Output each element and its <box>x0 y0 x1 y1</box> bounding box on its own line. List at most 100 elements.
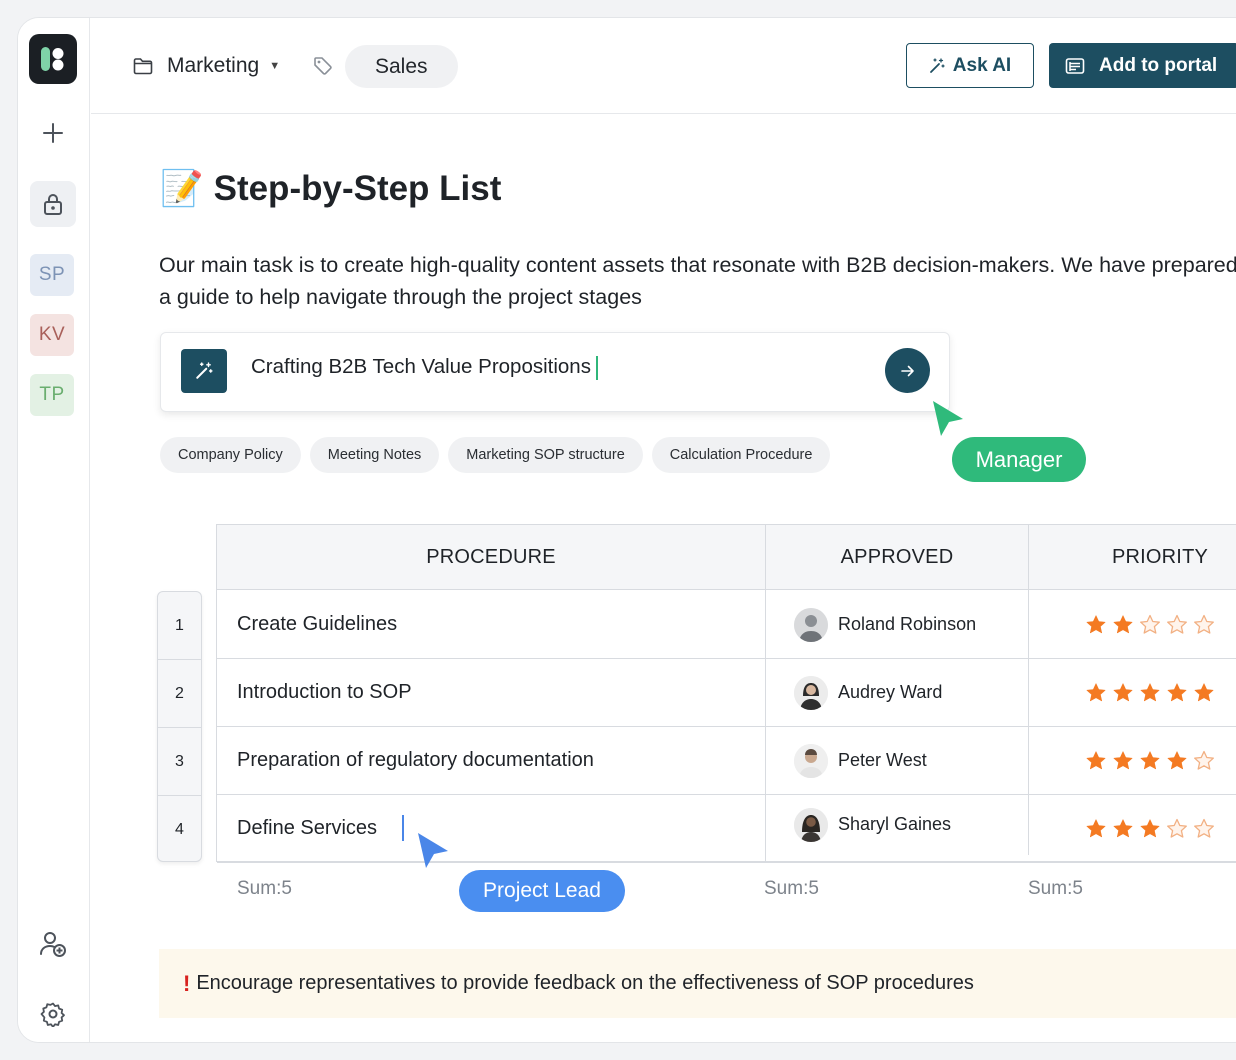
manager-cursor-tag: Manager <box>952 437 1086 482</box>
callout-text: Encourage representatives to provide fee… <box>196 972 974 994</box>
column-divider <box>765 525 766 863</box>
star-empty-icon[interactable] <box>1166 818 1188 840</box>
approver-cell[interactable]: Roland Robinson <box>794 591 976 658</box>
text-caret <box>595 355 598 380</box>
member-avatar-kv[interactable]: KV <box>30 314 74 356</box>
row-number[interactable]: 3 <box>158 728 201 796</box>
chip-calculation-procedure[interactable]: Calculation Procedure <box>651 437 831 473</box>
memo-emoji-icon: 📝 <box>160 169 204 208</box>
priority-rating[interactable] <box>1085 727 1215 794</box>
callout-note: ! Encourage representatives to provide f… <box>159 949 1236 1018</box>
column-header-priority[interactable]: PRIORITY <box>1029 525 1236 590</box>
row-number[interactable]: 4 <box>158 796 201 864</box>
star-filled-icon[interactable] <box>1193 682 1215 704</box>
approver-name: Sharyl Gaines <box>838 814 952 834</box>
app-window: SP KV TP Marketing ▼ Sales Ask AI Add to… <box>17 17 1236 1043</box>
table-row[interactable]: Preparation of regulatory documentation … <box>217 727 1236 795</box>
approver-cell[interactable]: Sharyl Gaines <box>794 791 951 858</box>
ai-prompt-input[interactable]: Crafting B2B Tech Value Propositions <box>251 355 598 380</box>
text-caret <box>402 815 404 841</box>
ask-ai-button[interactable]: Ask AI <box>906 43 1034 88</box>
star-filled-icon[interactable] <box>1139 682 1161 704</box>
priority-rating[interactable] <box>1085 795 1215 862</box>
avatar <box>794 743 828 778</box>
procedure-cell[interactable]: Create Guidelines <box>237 591 397 658</box>
star-empty-icon[interactable] <box>1193 818 1215 840</box>
row-number-column: 1 2 3 4 <box>157 591 202 862</box>
avatar <box>794 607 828 642</box>
star-filled-icon[interactable] <box>1166 682 1188 704</box>
star-empty-icon[interactable] <box>1166 614 1188 636</box>
sum-priority: Sum:5 <box>1028 878 1083 899</box>
sum-procedure: Sum:5 <box>237 878 292 899</box>
star-filled-icon[interactable] <box>1085 750 1107 772</box>
approver-cell[interactable]: Peter West <box>794 727 927 794</box>
send-button[interactable] <box>885 348 930 393</box>
table-row[interactable]: Introduction to SOP Audrey Ward <box>217 659 1236 727</box>
chip-company-policy[interactable]: Company Policy <box>160 437 301 473</box>
star-filled-icon[interactable] <box>1112 818 1134 840</box>
column-header-approved[interactable]: APPROVED <box>766 525 1028 590</box>
folder-label: Marketing <box>167 54 260 77</box>
star-filled-icon[interactable] <box>1085 818 1107 840</box>
chevron-down-icon[interactable]: ▼ <box>269 60 280 72</box>
table-row[interactable]: Define Services Sharyl Gaines <box>217 795 1236 863</box>
page-title-text: Step-by-Step List <box>213 168 502 208</box>
project-lead-cursor-icon <box>418 833 448 868</box>
add-user-icon[interactable] <box>30 921 76 967</box>
add-icon[interactable] <box>30 110 76 156</box>
top-bar: Marketing ▼ Sales Ask AI Add to portal <box>91 18 1236 114</box>
page-description: Our main task is to create high-quality … <box>159 253 1236 309</box>
table-row[interactable]: Create Guidelines Roland Robinson <box>217 591 1236 659</box>
project-lead-cursor-tag: Project Lead <box>459 870 625 912</box>
app-logo[interactable] <box>29 34 77 84</box>
star-filled-icon[interactable] <box>1085 614 1107 636</box>
ask-ai-label: Ask AI <box>952 54 1012 76</box>
approver-name: Roland Robinson <box>838 614 977 634</box>
star-filled-icon[interactable] <box>1112 750 1134 772</box>
member-avatar-sp[interactable]: SP <box>30 254 74 296</box>
chip-marketing-sop[interactable]: Marketing SOP structure <box>448 437 643 473</box>
column-header-procedure[interactable]: PROCEDURE <box>217 525 765 590</box>
ai-prompt-box: Crafting B2B Tech Value Propositions <box>160 332 950 412</box>
procedure-cell[interactable]: Preparation of regulatory documentation <box>237 727 594 794</box>
add-to-portal-label: Add to portal <box>1099 54 1218 76</box>
portal-icon <box>1065 57 1085 74</box>
row-number[interactable]: 1 <box>158 592 201 660</box>
lock-icon[interactable] <box>30 181 76 227</box>
approver-name: Audrey Ward <box>838 682 943 702</box>
approver-name: Peter West <box>838 750 927 770</box>
procedure-cell[interactable]: Introduction to SOP <box>237 659 412 726</box>
star-filled-icon[interactable] <box>1166 750 1188 772</box>
tag-pill-sales[interactable]: Sales <box>345 45 458 88</box>
star-empty-icon[interactable] <box>1193 750 1215 772</box>
folder-icon <box>133 58 153 75</box>
star-empty-icon[interactable] <box>1139 614 1161 636</box>
star-filled-icon[interactable] <box>1085 682 1107 704</box>
settings-gear-icon[interactable] <box>30 991 76 1037</box>
magic-wand-icon <box>929 57 945 73</box>
star-filled-icon[interactable] <box>1139 750 1161 772</box>
add-to-portal-button[interactable]: Add to portal <box>1049 43 1236 88</box>
star-filled-icon[interactable] <box>1112 614 1134 636</box>
avatar <box>794 807 828 842</box>
chip-meeting-notes[interactable]: Meeting Notes <box>309 437 440 473</box>
star-filled-icon[interactable] <box>1112 682 1134 704</box>
sum-approved: Sum:5 <box>764 878 819 899</box>
approver-cell[interactable]: Audrey Ward <box>794 659 942 726</box>
priority-rating[interactable] <box>1085 659 1215 726</box>
column-divider <box>1028 525 1029 855</box>
star-empty-icon[interactable] <box>1193 614 1215 636</box>
member-avatar-tp[interactable]: TP <box>30 374 74 416</box>
priority-rating[interactable] <box>1085 591 1215 658</box>
avatar <box>794 675 828 710</box>
suggestion-chips: Company Policy Meeting Notes Marketing S… <box>160 437 831 473</box>
row-number[interactable]: 2 <box>158 660 201 728</box>
ai-prompt-value: Crafting B2B Tech Value Propositions <box>251 355 591 378</box>
star-filled-icon[interactable] <box>1139 818 1161 840</box>
procedure-table: PROCEDURE APPROVED PRIORITY Create Guide… <box>216 524 1236 863</box>
manager-cursor-icon <box>933 401 963 436</box>
procedure-cell[interactable]: Define Services <box>237 795 377 862</box>
folder-breadcrumb[interactable]: Marketing ▼ <box>133 45 280 87</box>
tag-icon[interactable] <box>313 45 333 87</box>
